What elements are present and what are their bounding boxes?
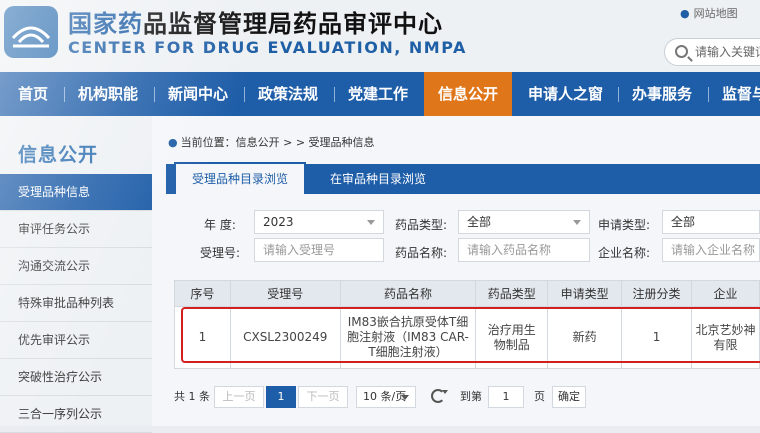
page-label: 页 bbox=[534, 390, 545, 403]
sidebar-item-review-tasks[interactable]: 审评任务公示 bbox=[0, 211, 152, 248]
nav-item-news[interactable]: 新闻中心 bbox=[168, 72, 228, 116]
breadcrumb: ● 当前位置：信息公开 > > 受理品种信息 bbox=[168, 136, 375, 149]
nav-separator bbox=[64, 87, 65, 102]
pagination-total: 共 1 条 bbox=[174, 390, 210, 403]
chevron-down-icon bbox=[573, 220, 581, 225]
year-label: 年 度: bbox=[204, 218, 236, 232]
location-pin-icon: ● bbox=[168, 136, 178, 149]
site-title-cn: 国家药品监督管理局药品审评中心 bbox=[68, 10, 443, 38]
nav-item-home[interactable]: 首页 bbox=[18, 72, 48, 116]
table-header-row: 序号 受理号 药品名称 药品类型 申请类型 注册分类 企业 bbox=[174, 280, 760, 307]
nav-item-info[interactable]: 信息公开 bbox=[424, 72, 512, 116]
nav-item-functions[interactable]: 机构职能 bbox=[78, 72, 138, 116]
sidebar-item-accepted[interactable]: 受理品种信息 bbox=[0, 174, 152, 211]
drug-name-label: 药品名称: bbox=[395, 246, 448, 260]
logo-emblem-icon bbox=[11, 26, 51, 48]
sitemap-link[interactable]: ● 网站地图 bbox=[680, 5, 738, 21]
col-drug-name: 药品名称 bbox=[339, 280, 477, 307]
site-header: 国家药品监督管理局药品审评中心 CENTER FOR DRUG EVALUATI… bbox=[0, 0, 760, 72]
nav-item-services[interactable]: 办事服务 bbox=[632, 72, 692, 116]
nav-item-party[interactable]: 党建工作 bbox=[348, 72, 408, 116]
chevron-down-icon bbox=[367, 220, 375, 225]
cell-accept-no[interactable]: CXSL2300249 bbox=[229, 306, 341, 369]
nav-separator bbox=[708, 87, 709, 102]
search-icon bbox=[675, 45, 688, 58]
nav-separator bbox=[334, 87, 335, 102]
cell-drug-type: 治疗用生 物制品 bbox=[475, 306, 549, 369]
drug-type-label: 药品类型: bbox=[395, 218, 448, 232]
col-accept-no: 受理号 bbox=[229, 280, 341, 307]
col-index: 序号 bbox=[174, 280, 231, 307]
accept-no-input[interactable]: 请输入受理号 bbox=[254, 238, 384, 262]
nav-separator bbox=[244, 87, 245, 102]
sidebar-title: 信息公开 bbox=[18, 144, 99, 166]
nav-item-supervision[interactable]: 监督与 bbox=[722, 72, 760, 116]
sidebar: 信息公开 受理品种信息 审评任务公示 沟通交流公示 特殊审批品种列表 优先审评公… bbox=[0, 116, 152, 433]
confirm-button[interactable]: 确定 bbox=[552, 386, 586, 408]
page-1-button[interactable]: 1 bbox=[266, 386, 296, 408]
chevron-down-icon bbox=[401, 395, 409, 400]
results-table: 序号 受理号 药品名称 药品类型 申请类型 注册分类 企业 1 CXSL2300… bbox=[174, 280, 760, 369]
main-nav: 首页 机构职能 新闻中心 政策法规 党建工作 信息公开 申请人之窗 办事服务 监… bbox=[0, 72, 760, 116]
col-apply-type: 申请类型 bbox=[547, 280, 623, 307]
sidebar-item-breakthrough[interactable]: 突破性治疗公示 bbox=[0, 359, 152, 396]
company-input[interactable]: 请输入企业名称 bbox=[662, 238, 760, 262]
col-company: 企业 bbox=[690, 280, 760, 307]
nav-item-policy[interactable]: 政策法规 bbox=[258, 72, 318, 116]
refresh-icon[interactable] bbox=[431, 389, 445, 403]
next-page-button[interactable]: 下一页 bbox=[298, 386, 348, 408]
cell-index: 1 bbox=[174, 306, 231, 369]
nav-separator bbox=[618, 87, 619, 102]
main-content: ● 当前位置：信息公开 > > 受理品种信息 受理品种目录浏览 在审品种目录浏览 … bbox=[152, 116, 760, 426]
location-pin-icon: ● bbox=[680, 7, 690, 20]
sidebar-item-special-approval[interactable]: 特殊审批品种列表 bbox=[0, 285, 152, 322]
sidebar-item-priority[interactable]: 优先审评公示 bbox=[0, 322, 152, 359]
sidebar-item-three-in-one[interactable]: 三合一序列公示 bbox=[0, 396, 152, 433]
tab-accepted-list[interactable]: 受理品种目录浏览 bbox=[174, 162, 307, 194]
apply-type-select[interactable]: 全部 bbox=[662, 210, 760, 234]
cell-reg-class: 1 bbox=[621, 306, 692, 369]
search-input[interactable]: 请输入关键词 bbox=[664, 38, 760, 66]
cell-company: 北京艺妙神 有限 bbox=[690, 306, 760, 369]
goto-label: 到第 bbox=[460, 390, 482, 403]
company-label: 企业名称: bbox=[598, 246, 651, 260]
col-drug-type: 药品类型 bbox=[475, 280, 549, 307]
apply-type-label: 申请类型: bbox=[598, 218, 651, 232]
tab-in-review-list[interactable]: 在审品种目录浏览 bbox=[314, 164, 442, 194]
col-reg-class: 注册分类 bbox=[621, 280, 692, 307]
cell-drug-name[interactable]: IM83嵌合抗原受体T细 胞注射液（IM83 CAR- T细胞注射液） bbox=[339, 306, 477, 369]
drug-type-select[interactable]: 全部 bbox=[458, 210, 590, 234]
cell-apply-type: 新药 bbox=[547, 306, 623, 369]
nav-item-applicant[interactable]: 申请人之窗 bbox=[528, 72, 603, 116]
tab-bar: 受理品种目录浏览 在审品种目录浏览 bbox=[166, 162, 760, 194]
sidebar-item-communication[interactable]: 沟通交流公示 bbox=[0, 248, 152, 285]
site-title-en: CENTER FOR DRUG EVALUATION, NMPA bbox=[68, 38, 467, 57]
accept-no-label: 受理号: bbox=[200, 246, 241, 260]
page-size-select[interactable]: 10 条/页 bbox=[356, 386, 416, 408]
year-select[interactable]: 2023 bbox=[254, 210, 384, 234]
table-row[interactable]: 1 CXSL2300249 IM83嵌合抗原受体T细 胞注射液（IM83 CAR-… bbox=[174, 306, 760, 369]
prev-page-button[interactable]: 上一页 bbox=[214, 386, 264, 408]
drug-name-input[interactable]: 请输入药品名称 bbox=[458, 238, 590, 262]
logo-icon[interactable] bbox=[4, 6, 58, 58]
nav-separator bbox=[154, 87, 155, 102]
goto-page-input[interactable]: 1 bbox=[488, 386, 524, 408]
